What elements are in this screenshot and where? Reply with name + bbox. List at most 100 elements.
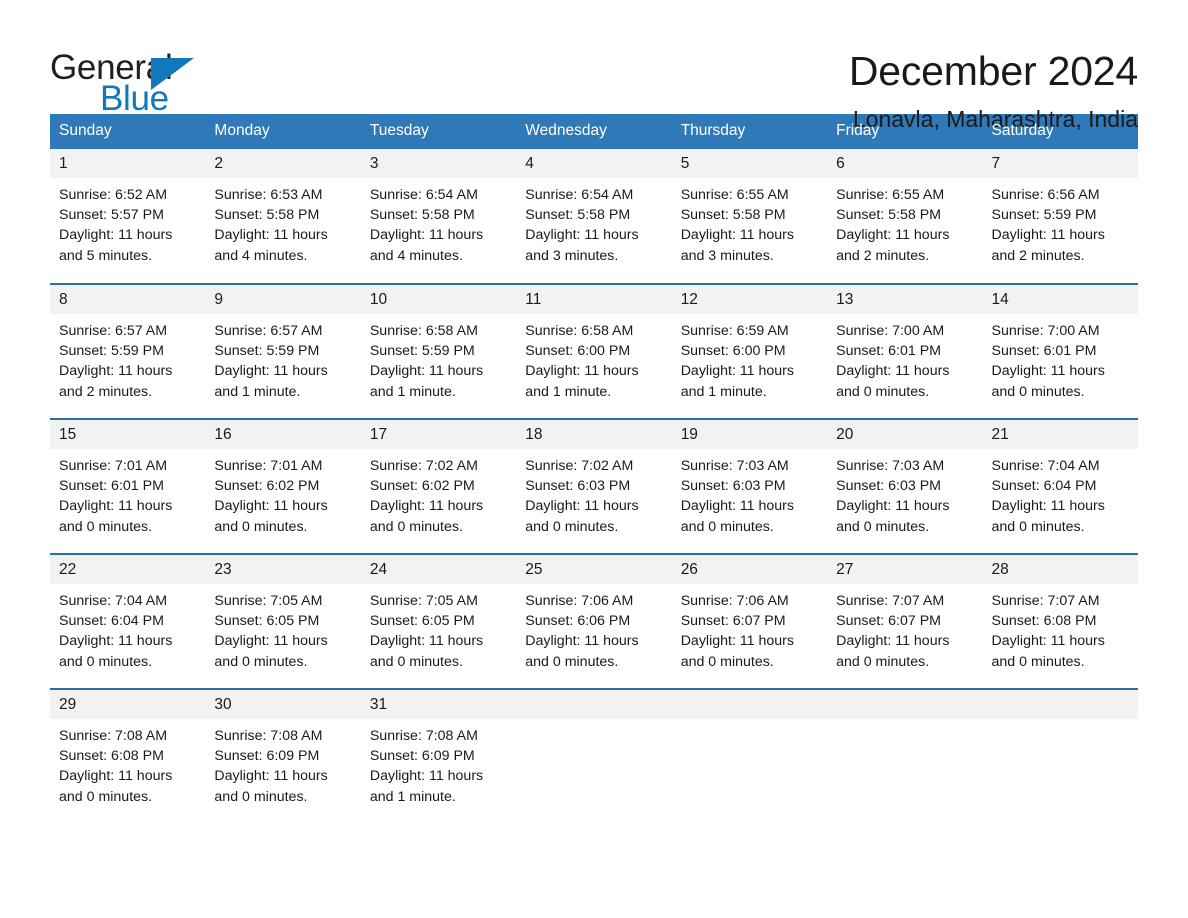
sunset-text: Sunset: 6:03 PM <box>525 478 631 495</box>
sunset-text: Sunset: 6:03 PM <box>836 478 941 495</box>
day-details <box>827 719 982 726</box>
daylight-text: Daylight: 11 hours and 0 minutes. <box>59 498 173 535</box>
sunrise-text: Sunrise: 6:57 AM <box>214 323 323 339</box>
sunrise-text: Sunrise: 6:58 AM <box>369 323 478 339</box>
sunset-text: Sunset: 5:58 PM <box>369 207 475 224</box>
calendar-day-cell[interactable]: 25 Sunrise: 7:06 AM Sunset: 6:06 PM Dayligh… <box>516 553 672 689</box>
day-number: 5 <box>671 149 828 178</box>
calendar-day-cell[interactable]: 16 Sunrise: 7:01 AM Sunset: 6:02 PM Dayligh… <box>205 418 361 554</box>
calendar-day-cell[interactable]: 28 Sunrise: 7:07 AM Sunset: 6:08 PM Dayligh… <box>982 553 1138 689</box>
sunrise-text: Sunrise: 7:04 AM <box>991 458 1100 474</box>
day-details: Sunrise: 7:00 AM Sunset: 6:01 PM Daylight:… <box>983 314 1138 402</box>
calendar-empty-cell <box>671 688 828 824</box>
day-details: Sunrise: 7:06 AM Sunset: 6:07 PM Daylight:… <box>672 584 827 672</box>
calendar-day-cell[interactable]: 12 Sunrise: 6:59 AM Sunset: 6:00 PM Dayligh… <box>671 283 828 419</box>
calendar-day-cell[interactable]: 26 Sunrise: 7:06 AM Sunset: 6:07 PM Dayligh… <box>671 553 828 689</box>
calendar-day-cell[interactable]: 4 Sunrise: 6:54 AM Sunset: 5:58 PM Daylight… <box>516 149 672 284</box>
day-number: 7 <box>982 149 1138 178</box>
day-number: 31 <box>360 690 517 719</box>
daylight-text: Daylight: 11 hours and 0 minutes. <box>214 498 328 535</box>
calendar-day-cell[interactable]: 2 Sunrise: 6:53 AM Sunset: 5:58 PM Daylight… <box>205 149 361 284</box>
calendar-day-cell[interactable]: 20 Sunrise: 7:03 AM Sunset: 6:03 PM Dayligh… <box>827 418 983 554</box>
sunset-text: Sunset: 5:59 PM <box>991 207 1097 224</box>
sunset-text: Sunset: 6:05 PM <box>214 613 320 630</box>
calendar-day-cell[interactable]: 22 Sunrise: 7:04 AM Sunset: 6:04 PM Dayligh… <box>50 553 206 689</box>
generalblue-logo[interactable]: General Blue <box>50 46 210 118</box>
sunset-text: Sunset: 6:02 PM <box>369 478 475 495</box>
calendar-day-cell[interactable]: 7 Sunrise: 6:56 AM Sunset: 5:59 PM Daylight… <box>982 149 1138 284</box>
day-number: 13 <box>827 285 983 314</box>
day-details: Sunrise: 6:56 AM Sunset: 5:59 PM Daylight:… <box>983 178 1138 266</box>
daylight-text: Daylight: 11 hours and 4 minutes. <box>369 227 484 264</box>
sunset-text: Sunset: 6:00 PM <box>680 343 786 360</box>
day-number: 19 <box>671 420 828 449</box>
calendar-week-row: 15 Sunrise: 7:01 AM Sunset: 6:01 PM Dayligh… <box>50 418 1138 554</box>
calendar-day-cell[interactable]: 5 Sunrise: 6:55 AM Sunset: 5:58 PM Daylight… <box>671 149 828 284</box>
day-details: Sunrise: 6:58 AM Sunset: 6:00 PM Daylight:… <box>516 314 671 402</box>
day-number: 8 <box>50 285 206 314</box>
day-details: Sunrise: 7:05 AM Sunset: 6:05 PM Daylight:… <box>361 584 516 672</box>
day-details: Sunrise: 7:01 AM Sunset: 6:02 PM Daylight:… <box>205 449 360 537</box>
calendar-day-cell[interactable]: 10 Sunrise: 6:58 AM Sunset: 5:59 PM Dayligh… <box>360 283 517 419</box>
sunset-text: Sunset: 5:59 PM <box>369 343 475 360</box>
day-details: Sunrise: 6:52 AM Sunset: 5:57 PM Daylight:… <box>50 178 205 266</box>
calendar-day-cell[interactable]: 24 Sunrise: 7:05 AM Sunset: 6:05 PM Dayligh… <box>360 553 517 689</box>
calendar-day-cell[interactable]: 9 Sunrise: 6:57 AM Sunset: 5:59 PM Daylight… <box>205 283 361 419</box>
day-details: Sunrise: 6:54 AM Sunset: 5:58 PM Daylight:… <box>361 178 516 266</box>
daylight-text: Daylight: 11 hours and 1 minute. <box>214 363 328 400</box>
day-details: Sunrise: 6:53 AM Sunset: 5:58 PM Daylight:… <box>205 178 360 266</box>
sunrise-text: Sunrise: 7:04 AM <box>59 593 168 609</box>
sunset-text: Sunset: 5:58 PM <box>214 207 320 224</box>
day-number <box>982 690 1138 719</box>
day-details <box>672 719 827 726</box>
daylight-text: Daylight: 11 hours and 5 minutes. <box>59 227 173 264</box>
calendar-day-cell[interactable]: 11 Sunrise: 6:58 AM Sunset: 6:00 PM Dayligh… <box>516 283 672 419</box>
day-number: 18 <box>516 420 672 449</box>
sunset-text: Sunset: 6:07 PM <box>680 613 786 630</box>
calendar-day-cell[interactable]: 3 Sunrise: 6:54 AM Sunset: 5:58 PM Daylight… <box>360 149 517 284</box>
daylight-text: Daylight: 11 hours and 0 minutes. <box>59 633 173 670</box>
daylight-text: Daylight: 11 hours and 4 minutes. <box>214 227 328 264</box>
calendar-day-cell[interactable]: 30 Sunrise: 7:08 AM Sunset: 6:09 PM Dayligh… <box>205 688 361 824</box>
daylight-text: Daylight: 11 hours and 0 minutes. <box>369 498 484 535</box>
calendar-day-cell[interactable]: 31 Sunrise: 7:08 AM Sunset: 6:09 PM Dayligh… <box>360 688 517 824</box>
day-details: Sunrise: 6:58 AM Sunset: 5:59 PM Daylight:… <box>361 314 516 402</box>
sunset-text: Sunset: 5:58 PM <box>836 207 941 224</box>
calendar-day-cell[interactable]: 21 Sunrise: 7:04 AM Sunset: 6:04 PM Dayligh… <box>982 418 1138 554</box>
sunset-text: Sunset: 5:59 PM <box>214 343 320 360</box>
sunset-text: Sunset: 6:02 PM <box>214 478 320 495</box>
sunrise-text: Sunrise: 7:05 AM <box>214 593 323 609</box>
daylight-text: Daylight: 11 hours and 2 minutes. <box>836 227 950 264</box>
sunrise-text: Sunrise: 7:02 AM <box>369 458 478 474</box>
daylight-text: Daylight: 11 hours and 1 minute. <box>369 363 484 400</box>
calendar-day-cell[interactable]: 29 Sunrise: 7:08 AM Sunset: 6:08 PM Dayligh… <box>50 688 206 824</box>
daylight-text: Daylight: 11 hours and 3 minutes. <box>680 227 794 264</box>
day-number: 21 <box>982 420 1138 449</box>
calendar-day-cell[interactable]: 27 Sunrise: 7:07 AM Sunset: 6:07 PM Dayligh… <box>827 553 983 689</box>
calendar-day-cell[interactable]: 23 Sunrise: 7:05 AM Sunset: 6:05 PM Dayligh… <box>205 553 361 689</box>
sunrise-text: Sunrise: 6:55 AM <box>680 187 789 203</box>
day-number <box>516 690 672 719</box>
day-details <box>516 719 671 726</box>
calendar-day-cell[interactable]: 8 Sunrise: 6:57 AM Sunset: 5:59 PM Daylight… <box>50 283 206 419</box>
sunrise-text: Sunrise: 7:07 AM <box>991 593 1100 609</box>
calendar-day-cell[interactable]: 13 Sunrise: 7:00 AM Sunset: 6:01 PM Dayligh… <box>827 283 983 419</box>
sunset-text: Sunset: 6:01 PM <box>836 343 941 360</box>
sunset-text: Sunset: 6:01 PM <box>59 478 164 495</box>
calendar-day-cell[interactable]: 19 Sunrise: 7:03 AM Sunset: 6:03 PM Dayligh… <box>671 418 828 554</box>
calendar-day-cell[interactable]: 1 Sunrise: 6:52 AM Sunset: 5:57 PM Daylight… <box>50 149 206 284</box>
sunrise-text: Sunrise: 7:00 AM <box>991 323 1100 339</box>
calendar-day-cell[interactable]: 14 Sunrise: 7:00 AM Sunset: 6:01 PM Dayligh… <box>982 283 1138 419</box>
logo-text-blue: Blue <box>100 79 169 118</box>
sunset-text: Sunset: 5:59 PM <box>59 343 164 360</box>
calendar-day-cell[interactable]: 17 Sunrise: 7:02 AM Sunset: 6:02 PM Dayligh… <box>360 418 517 554</box>
calendar-day-cell[interactable]: 15 Sunrise: 7:01 AM Sunset: 6:01 PM Dayligh… <box>50 418 206 554</box>
calendar-day-cell[interactable]: 18 Sunrise: 7:02 AM Sunset: 6:03 PM Dayligh… <box>516 418 672 554</box>
calendar-day-cell[interactable]: 6 Sunrise: 6:55 AM Sunset: 5:58 PM Daylight… <box>827 149 983 284</box>
day-number: 6 <box>827 149 983 178</box>
sunrise-text: Sunrise: 6:53 AM <box>214 187 323 203</box>
sunrise-text: Sunrise: 7:00 AM <box>836 323 945 339</box>
day-details: Sunrise: 6:57 AM Sunset: 5:59 PM Daylight:… <box>50 314 205 402</box>
daylight-text: Daylight: 11 hours and 0 minutes. <box>836 633 950 670</box>
sunrise-text: Sunrise: 6:55 AM <box>836 187 945 203</box>
